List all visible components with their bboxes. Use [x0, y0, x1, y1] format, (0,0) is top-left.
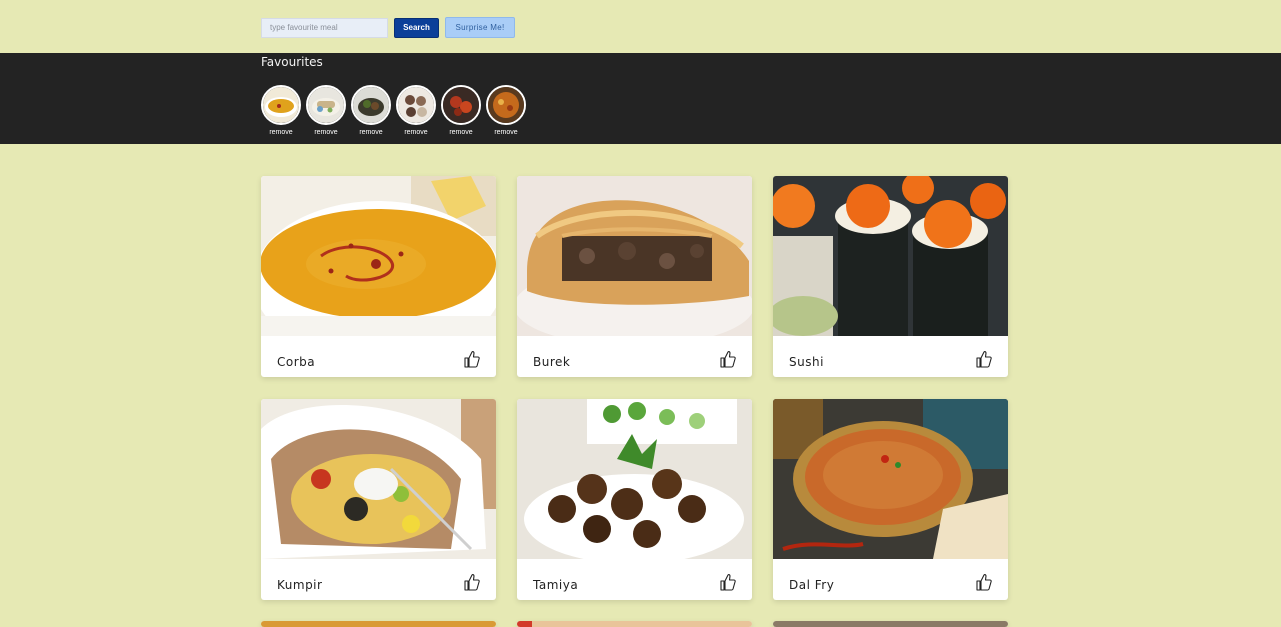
- meal-name: Tamiya: [533, 578, 579, 592]
- search-input[interactable]: [261, 17, 388, 38]
- meal-card[interactable]: Burek: [517, 176, 752, 377]
- favourites-bar: Favourites remove remove remove remove r…: [0, 53, 1281, 144]
- meal-name: Corba: [277, 355, 316, 369]
- remove-favourite-button[interactable]: remove: [449, 129, 472, 136]
- favourite-item: remove: [441, 85, 481, 136]
- search-bar: Search Surprise Me!: [261, 17, 515, 38]
- meal-name: Sushi: [789, 355, 824, 369]
- remove-favourite-button[interactable]: remove: [269, 129, 292, 136]
- favourite-item: remove: [306, 85, 346, 136]
- meal-card-footer: Corba: [261, 341, 496, 377]
- favourite-item: remove: [351, 85, 391, 136]
- surprise-me-button[interactable]: Surprise Me!: [445, 17, 515, 38]
- meal-card[interactable]: Sushi: [773, 176, 1008, 377]
- meal-card[interactable]: [517, 621, 752, 627]
- favourite-thumbnail[interactable]: [351, 85, 391, 125]
- remove-favourite-button[interactable]: remove: [359, 129, 382, 136]
- meal-card[interactable]: [773, 621, 1008, 627]
- meal-card[interactable]: [261, 621, 496, 627]
- remove-favourite-button[interactable]: remove: [314, 129, 337, 136]
- remove-favourite-button[interactable]: remove: [404, 129, 427, 136]
- favourites-title: Favourites: [261, 55, 323, 69]
- meal-card[interactable]: Corba: [261, 176, 496, 377]
- thumbs-up-icon[interactable]: [720, 350, 736, 368]
- search-button[interactable]: Search: [394, 17, 439, 38]
- meal-name: Kumpir: [277, 578, 323, 592]
- meal-card-footer: Sushi: [773, 341, 1008, 377]
- meal-image: [773, 176, 1008, 336]
- favourite-thumbnail[interactable]: [441, 85, 481, 125]
- favourite-item: remove: [396, 85, 436, 136]
- meal-image: [773, 621, 1008, 627]
- meal-image: [517, 621, 752, 627]
- favourite-thumbnail[interactable]: [396, 85, 436, 125]
- meal-image: [517, 399, 752, 564]
- thumbs-up-icon[interactable]: [976, 350, 992, 368]
- remove-favourite-button[interactable]: remove: [494, 129, 517, 136]
- meal-image: [261, 399, 496, 559]
- meal-card-footer: Dal Fry: [773, 564, 1008, 600]
- thumbs-up-icon[interactable]: [464, 350, 480, 368]
- favourite-thumbnail[interactable]: [261, 85, 301, 125]
- favourite-item: remove: [486, 85, 526, 136]
- favourite-thumbnail[interactable]: [306, 85, 346, 125]
- meal-name: Burek: [533, 355, 571, 369]
- meal-card-footer: Kumpir: [261, 564, 496, 600]
- favourite-item: remove: [261, 85, 301, 136]
- meal-card-footer: Tamiya: [517, 564, 752, 600]
- meal-name: Dal Fry: [789, 578, 835, 592]
- favourite-thumbnail[interactable]: [486, 85, 526, 125]
- meal-card[interactable]: Kumpir: [261, 399, 496, 600]
- meal-card[interactable]: Tamiya: [517, 399, 752, 600]
- meal-card[interactable]: Dal Fry: [773, 399, 1008, 600]
- meal-image: [261, 176, 496, 361]
- thumbs-up-icon[interactable]: [464, 573, 480, 591]
- thumbs-up-icon[interactable]: [976, 573, 992, 591]
- meal-image: [517, 176, 752, 346]
- meal-image: [773, 399, 1008, 559]
- meal-image: [261, 621, 496, 627]
- favourites-list: remove remove remove remove remove remov…: [261, 85, 526, 136]
- thumbs-up-icon[interactable]: [720, 573, 736, 591]
- meal-card-footer: Burek: [517, 341, 752, 377]
